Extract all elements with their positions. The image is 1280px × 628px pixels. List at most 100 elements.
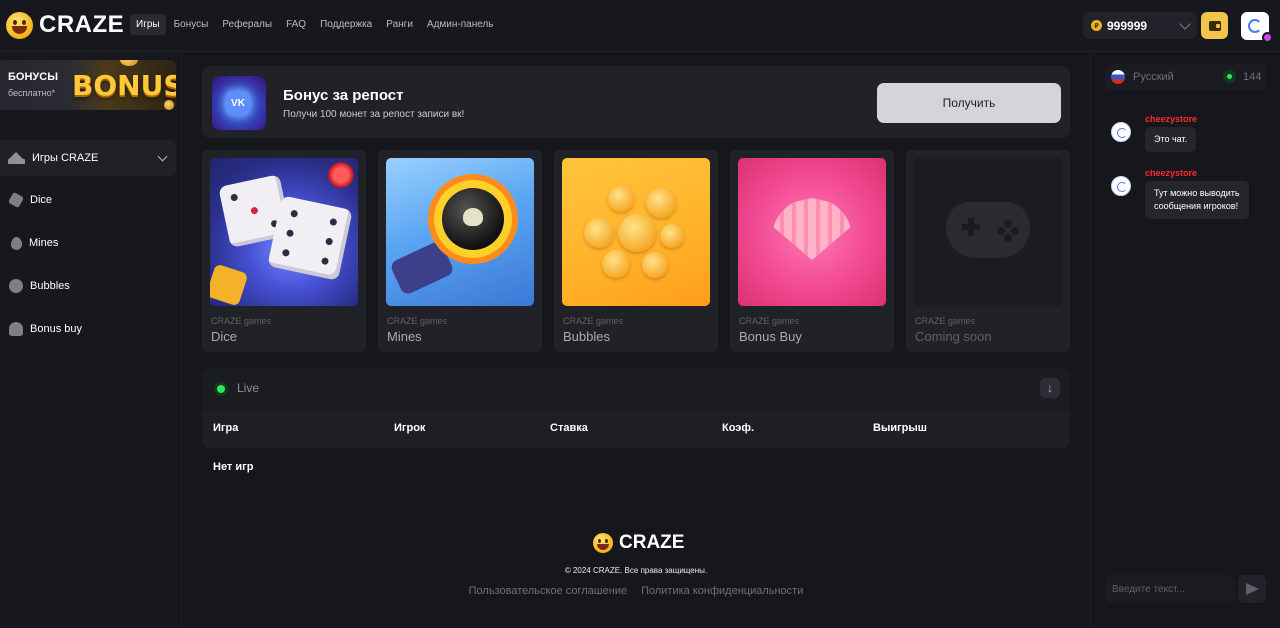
chip-image <box>328 162 354 188</box>
sidebar-item-label: Mines <box>29 237 59 249</box>
send-message-button[interactable] <box>1238 575 1266 603</box>
left-sidebar: БОНУСЫ бесплатно* BONUS Игры CRAZE Dice … <box>0 53 182 628</box>
nav-faq[interactable]: FAQ <box>280 14 312 35</box>
sidebar-item-label: Bubbles <box>30 280 70 292</box>
game-card-dice[interactable]: CRAZE games Dice <box>202 150 366 352</box>
games-craze-toggle[interactable]: Игры CRAZE <box>0 140 176 176</box>
sidebar-item-bubbles[interactable]: Bubbles <box>0 272 176 300</box>
collapse-arrow-down-icon[interactable]: ↓ <box>1040 378 1060 398</box>
game-card-coming-soon: CRAZE games Coming soon <box>906 150 1070 352</box>
sidebar-item-label: Bonus buy <box>30 323 82 335</box>
skull-image <box>463 208 483 226</box>
smile-icon <box>9 279 23 293</box>
column-header-bet: Ставка <box>550 422 588 434</box>
game-card-mines[interactable]: CRAZE games Mines <box>378 150 542 352</box>
column-header-player: Игрок <box>394 422 426 434</box>
repost-subtitle: Получи 100 монет за репост записи вк! <box>283 109 465 120</box>
balance-value: 999999 <box>1107 18 1148 33</box>
nav-bonuses[interactable]: Бонусы <box>168 14 215 35</box>
privacy-policy-link[interactable]: Политика конфиденциальности <box>641 585 803 597</box>
profile-avatar-button[interactable] <box>1241 12 1273 43</box>
emoji-bubble <box>642 252 668 278</box>
game-name: Bubbles <box>563 329 610 344</box>
footer-links: Пользовательское соглашение Политика кон… <box>182 585 1090 597</box>
message-username[interactable]: cheezystore <box>1145 168 1197 178</box>
emoji-bubble <box>660 224 684 248</box>
bonus-banner-title: БОНУСЫ <box>8 71 58 83</box>
game-provider: CRAZE games <box>211 316 272 326</box>
game-provider: CRAZE games <box>387 316 448 326</box>
copyright-text: © 2024 CRAZE. Все права защищены. <box>564 566 708 575</box>
vk-logo-icon: VK <box>226 91 250 115</box>
column-header-win: Выигрыш <box>873 422 927 434</box>
nav-games[interactable]: Игры <box>130 14 166 35</box>
live-label: Live <box>237 381 260 395</box>
bonus-buy-game-image <box>738 158 886 306</box>
game-provider: CRAZE games <box>739 316 800 326</box>
column-header-multiplier: Коэф. <box>722 422 755 434</box>
games-craze-label: Игры CRAZE <box>32 152 99 164</box>
dice-game-image <box>210 158 358 306</box>
footer-logo-text: CRAZE <box>619 532 685 553</box>
emoji-bubble <box>584 218 614 248</box>
avatar[interactable] <box>1111 176 1131 196</box>
live-bets-panel: Live ↓ Игра Игрок Ставка Коэф. Выигрыш <box>202 368 1070 448</box>
smiley-logo-icon <box>6 11 33 39</box>
game-name: Bonus Buy <box>739 329 802 344</box>
sidebar-item-mines[interactable]: Mines <box>0 229 176 257</box>
logo-text: CRAZE <box>39 11 125 38</box>
nav-referrals[interactable]: Рефералы <box>216 14 278 35</box>
coming-soon-image <box>914 158 1062 306</box>
wallet-icon <box>1208 20 1221 31</box>
main-nav: Игры Бонусы Рефералы FAQ Поддержка Ранги… <box>130 14 500 35</box>
message-username[interactable]: cheezystore <box>1145 114 1197 124</box>
avatar-logo-icon <box>1248 19 1262 33</box>
user-agreement-link[interactable]: Пользовательское соглашение <box>469 585 627 597</box>
repost-title: Бонус за репост <box>283 87 404 104</box>
get-bonus-button[interactable]: Получить <box>877 83 1061 123</box>
smiley-logo-icon <box>593 533 613 553</box>
balance-dropdown[interactable]: ₽ 999999 <box>1083 12 1197 39</box>
vk-repost-image: VK <box>212 76 266 130</box>
game-name: Coming soon <box>915 329 992 344</box>
avatar[interactable] <box>1111 122 1131 142</box>
emoji-bubble <box>608 186 634 212</box>
gold-die-image <box>210 263 249 306</box>
seashell-image <box>772 198 852 260</box>
bonus-banner[interactable]: БОНУСЫ бесплатно* BONUS <box>0 60 176 110</box>
wallet-button[interactable] <box>1201 12 1228 39</box>
chat-message-input[interactable] <box>1105 575 1235 603</box>
online-indicator-icon <box>1223 70 1236 83</box>
repost-bonus-card: VK Бонус за репост Получи 100 монет за р… <box>202 66 1070 138</box>
game-card-bubbles[interactable]: CRAZE games Bubbles <box>554 150 718 352</box>
russia-flag-icon <box>1111 70 1125 84</box>
bubbles-game-image <box>562 158 710 306</box>
game-name: Mines <box>387 329 422 344</box>
no-games-text: Нет игр <box>213 461 254 473</box>
nav-support[interactable]: Поддержка <box>314 14 378 35</box>
game-provider: CRAZE games <box>915 316 976 326</box>
emoji-bubble <box>602 250 630 278</box>
shell-icon <box>9 322 23 336</box>
main-content: VK Бонус за репост Получи 100 монет за р… <box>182 53 1090 628</box>
send-icon <box>1245 583 1259 595</box>
coin-decoration-icon <box>120 60 138 66</box>
site-logo[interactable]: CRAZE <box>6 11 124 39</box>
mines-game-image <box>386 158 534 306</box>
crown-icon <box>8 152 25 164</box>
chevron-down-icon <box>1179 17 1191 30</box>
sidebar-item-dice[interactable]: Dice <box>0 186 176 214</box>
drop-icon <box>11 236 22 250</box>
nav-admin-panel[interactable]: Админ-панель <box>421 14 500 35</box>
sidebar-item-bonus-buy[interactable]: Bonus buy <box>0 315 176 343</box>
nav-ranks[interactable]: Ранги <box>380 14 419 35</box>
footer-logo: CRAZE <box>593 532 684 554</box>
game-card-bonus-buy[interactable]: CRAZE games Bonus Buy <box>730 150 894 352</box>
chat-language-selector[interactable]: Русский <box>1133 71 1174 83</box>
coin-icon: ₽ <box>1091 20 1102 31</box>
chat-panel: Русский 144 cheezystore Это чат. cheezys… <box>1090 53 1280 628</box>
message-text: Тут можно выводить сообщения игроков! <box>1145 181 1249 220</box>
chat-header: Русский 144 <box>1105 64 1267 90</box>
message-line: Тут можно выводить <box>1154 188 1240 198</box>
message-line: сообщения игроков! <box>1154 201 1239 212</box>
